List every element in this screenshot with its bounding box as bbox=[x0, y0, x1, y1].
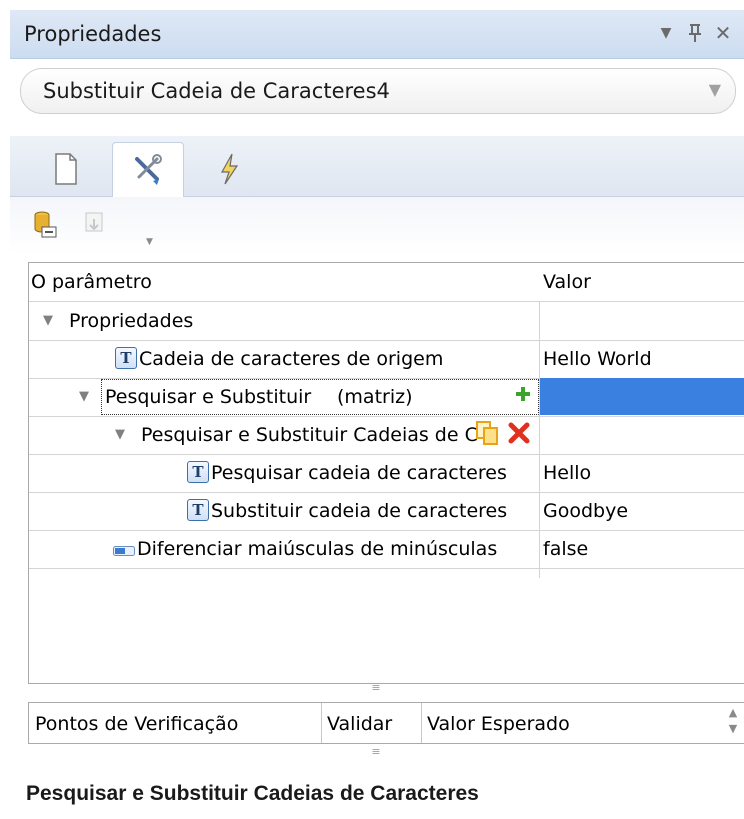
tree-row[interactable]: T Substituir cadeia de caracteres Goodby… bbox=[29, 492, 744, 531]
property-grid-header: O parâmetro Valor bbox=[29, 263, 744, 302]
scroll-arrows[interactable]: ▲ ▼ bbox=[725, 705, 741, 741]
row-label: Cadeia de caracteres de origem bbox=[139, 348, 444, 370]
text-icon: T bbox=[115, 347, 137, 369]
column-header-expected-value[interactable]: Valor Esperado bbox=[427, 713, 570, 735]
splitter-handle[interactable]: ≡ bbox=[10, 681, 744, 694]
tab-bar bbox=[10, 136, 744, 198]
tab-general[interactable] bbox=[30, 142, 100, 194]
properties-panel: Propriedades ▼ ✕ Substituir Cadeia de Ca… bbox=[10, 10, 744, 819]
column-separator bbox=[321, 703, 322, 743]
text-icon: T bbox=[187, 499, 209, 521]
expand-arrow-icon[interactable]: ▼ bbox=[115, 427, 125, 442]
row-label: Pesquisar cadeia de caracteres bbox=[211, 462, 507, 484]
column-header-parameter[interactable]: O parâmetro bbox=[31, 271, 152, 293]
selector-value: Substituir Cadeia de Caracteres4 bbox=[43, 79, 390, 103]
expand-arrow-icon[interactable]: ▼ bbox=[79, 389, 89, 404]
import-button[interactable] bbox=[82, 209, 110, 243]
scroll-up-icon[interactable]: ▲ bbox=[725, 705, 741, 721]
grip-icon: ≡ bbox=[371, 745, 381, 758]
row-label: Diferenciar maiúsculas de minúsculas bbox=[137, 538, 498, 560]
tree-row[interactable]: T Pesquisar cadeia de caracteres Hello bbox=[29, 454, 744, 493]
boolean-icon bbox=[113, 541, 135, 556]
row-label: Propriedades bbox=[69, 310, 194, 332]
expand-arrow-icon[interactable]: ▼ bbox=[43, 313, 53, 328]
row-value[interactable]: Hello bbox=[543, 462, 591, 484]
splitter-handle[interactable]: ≡ bbox=[10, 745, 744, 758]
tree-row[interactable]: ▼ Propriedades bbox=[29, 302, 744, 341]
chevron-down-icon[interactable]: ▼ bbox=[709, 80, 721, 99]
component-selector[interactable]: Substituir Cadeia de Caracteres4 ▼ bbox=[20, 68, 736, 114]
duplicate-item-button[interactable] bbox=[475, 420, 501, 446]
plus-icon bbox=[516, 387, 530, 401]
panel-menu-button[interactable]: ▼ bbox=[654, 18, 678, 48]
column-header-validate[interactable]: Validar bbox=[327, 713, 392, 735]
delete-icon bbox=[508, 422, 530, 444]
panel-header: Propriedades ▼ ✕ bbox=[10, 10, 744, 59]
lightning-icon bbox=[220, 153, 239, 185]
column-header-checkpoints[interactable]: Pontos de Verificação bbox=[35, 713, 238, 735]
tab-properties[interactable] bbox=[112, 142, 184, 198]
checkpoints-table: Pontos de Verificação Validar Valor Espe… bbox=[28, 702, 744, 744]
tree-row[interactable]: T Cadeia de caracteres de origem Hello W… bbox=[29, 340, 744, 379]
database-link-icon bbox=[34, 211, 57, 238]
grip-icon: ≡ bbox=[371, 681, 381, 694]
add-item-button[interactable] bbox=[513, 383, 533, 405]
document-icon bbox=[55, 153, 77, 185]
tools-icon bbox=[135, 154, 162, 185]
import-icon bbox=[85, 212, 103, 232]
row-label: Pesquisar e Substituir Cadeias de C bbox=[141, 424, 478, 446]
column-separator bbox=[421, 703, 422, 743]
property-grid: O parâmetro Valor ▼ Propriedades T Cadei… bbox=[28, 262, 744, 684]
tab-events[interactable] bbox=[194, 142, 264, 194]
panel-title: Propriedades bbox=[24, 22, 162, 46]
toolbar: ▼ bbox=[10, 197, 744, 255]
column-header-value[interactable]: Valor bbox=[543, 271, 591, 293]
tree-row[interactable]: Diferenciar maiúsculas de minúsculas fal… bbox=[29, 530, 744, 569]
row-label: Pesquisar e Substituir bbox=[105, 386, 312, 408]
description-title: Pesquisar e Substituir Cadeias de Caract… bbox=[26, 782, 479, 805]
tree-row[interactable]: ▼ Pesquisar e Substituir (matriz) bbox=[29, 378, 744, 417]
copy-icon bbox=[476, 421, 498, 445]
pin-icon bbox=[689, 24, 701, 42]
bind-data-button[interactable] bbox=[32, 209, 60, 243]
row-value[interactable]: false bbox=[543, 538, 588, 560]
chevron-down-icon[interactable]: ▼ bbox=[146, 237, 153, 247]
text-icon: T bbox=[187, 461, 209, 483]
delete-item-button[interactable] bbox=[507, 421, 531, 445]
row-value[interactable]: Hello World bbox=[543, 348, 652, 370]
panel-close-button[interactable]: ✕ bbox=[711, 18, 735, 48]
tree-row[interactable]: ▼ Pesquisar e Substituir Cadeias de C bbox=[29, 416, 744, 455]
row-label: Substituir cadeia de caracteres bbox=[211, 500, 508, 522]
row-value[interactable]: Goodbye bbox=[543, 500, 628, 522]
selected-value-cell[interactable] bbox=[540, 378, 744, 415]
panel-pin-button[interactable] bbox=[683, 18, 707, 48]
row-annotation: (matriz) bbox=[337, 386, 413, 408]
scroll-down-icon[interactable]: ▼ bbox=[725, 721, 741, 737]
